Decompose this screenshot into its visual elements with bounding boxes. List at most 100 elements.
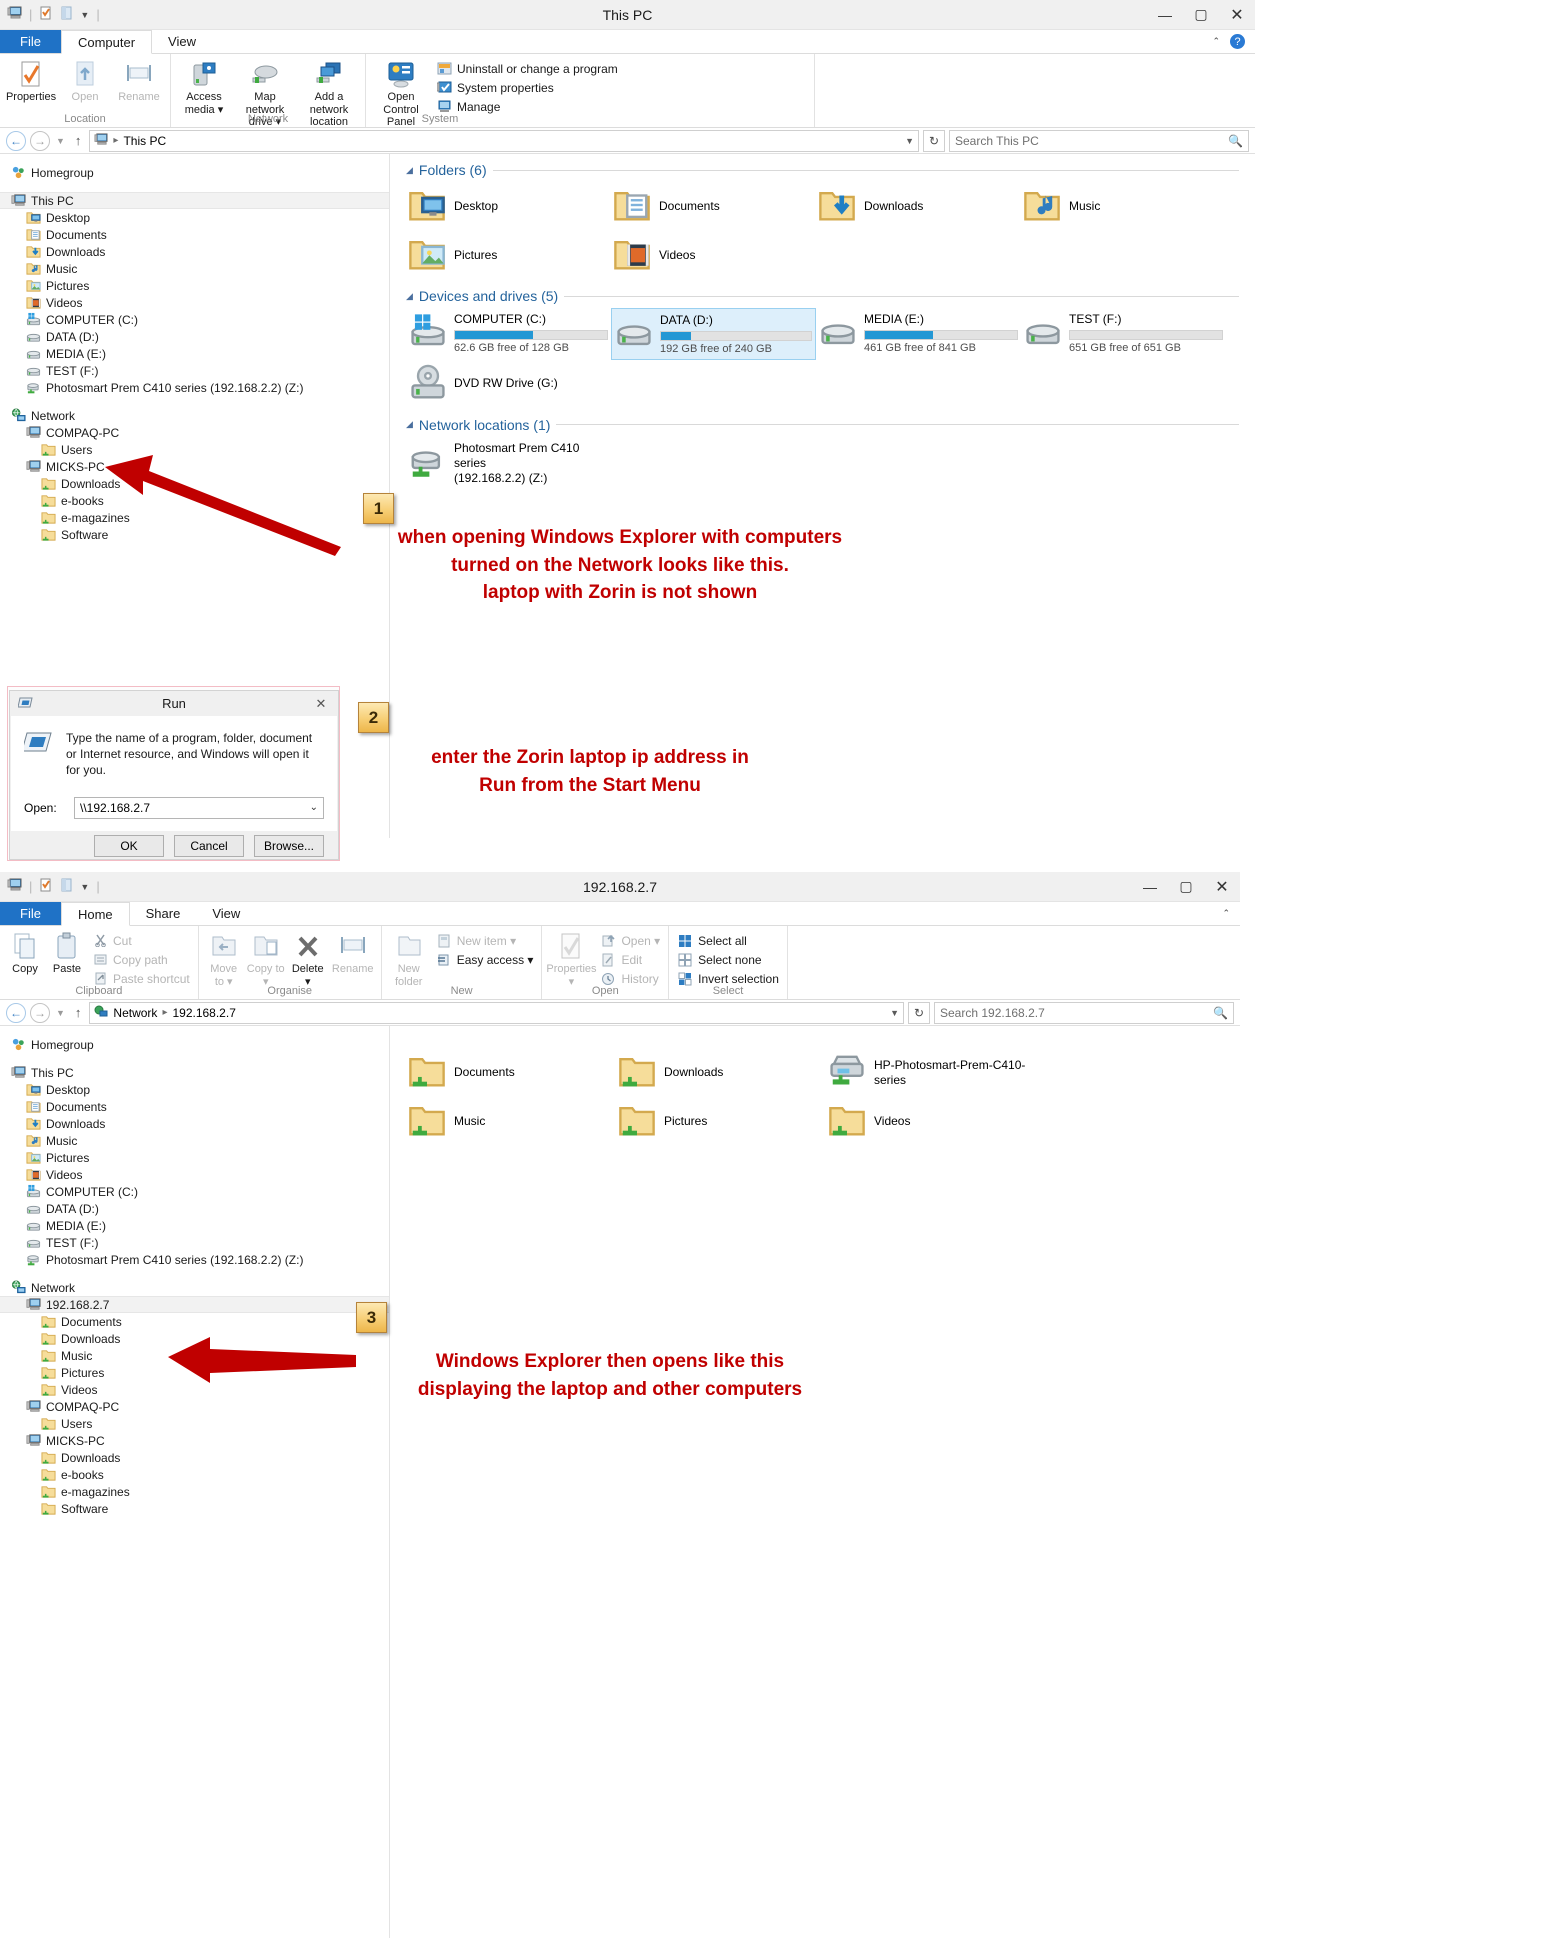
maximize-button[interactable]: ▢: [1183, 0, 1219, 29]
collapse-ribbon-icon[interactable]: ⌃: [1212, 36, 1220, 47]
folder-tile[interactable]: Music: [406, 1097, 616, 1146]
rename-button[interactable]: Rename: [329, 929, 377, 976]
select-all-button[interactable]: Select all: [677, 932, 779, 949]
window1-ribbon-tabs[interactable]: File Computer View ⌃ ?: [0, 30, 1255, 54]
run-browse-button[interactable]: Browse...: [254, 835, 324, 857]
breadcrumb-host[interactable]: 192.168.2.7: [172, 1006, 235, 1020]
help-icon[interactable]: ?: [1230, 34, 1245, 49]
window1-content-pane[interactable]: ◢ Folders (6) DesktopDocumentsDownloadsM…: [390, 154, 1255, 838]
sidebar-item-documents[interactable]: Documents: [0, 1098, 389, 1115]
run-ok-button[interactable]: OK: [94, 835, 164, 857]
sidebar-item-this-pc[interactable]: This PC: [0, 1064, 389, 1081]
collapse-triangle-icon[interactable]: ◢: [406, 419, 413, 430]
new-folder-icon[interactable]: [39, 878, 53, 895]
run-cancel-button[interactable]: Cancel: [174, 835, 244, 857]
sidebar-item-computer-c[interactable]: COMPUTER (C:): [0, 311, 389, 328]
access-media-button[interactable]: Access media ▾: [175, 57, 233, 116]
sidebar-item-desktop[interactable]: Desktop: [0, 209, 389, 226]
properties-button[interactable]: Properties ▾: [546, 929, 596, 988]
breadcrumb-network[interactable]: Network: [113, 1006, 157, 1020]
refresh-button[interactable]: ↻: [923, 130, 945, 152]
refresh-button[interactable]: ↻: [908, 1002, 930, 1024]
sidebar-item-photosmart-prem-c410-series-192-168-2-2-z[interactable]: Photosmart Prem C410 series (192.168.2.2…: [0, 1251, 389, 1268]
sidebar-item-software[interactable]: Software: [0, 1500, 389, 1517]
sidebar-item-homegroup[interactable]: Homegroup: [0, 164, 389, 181]
quick-access-toolbar[interactable]: | ▼ |: [0, 6, 100, 23]
window1-titlebar[interactable]: | ▼ | This PC — ▢ ✕: [0, 0, 1255, 30]
sidebar-item-compaq-pc[interactable]: COMPAQ-PC: [0, 1398, 389, 1415]
address-field[interactable]: ▸ This PC ▼: [89, 130, 919, 152]
breadcrumb-this-pc[interactable]: This PC: [123, 134, 166, 148]
group-header-folders[interactable]: ◢ Folders (6): [406, 162, 1239, 178]
tab-view[interactable]: View: [152, 30, 212, 53]
sidebar-item-homegroup[interactable]: Homegroup: [0, 1036, 389, 1053]
tab-file[interactable]: File: [0, 30, 61, 53]
window2-navigation-pane[interactable]: HomegroupThis PCDesktopDocumentsDownload…: [0, 1026, 390, 1938]
sidebar-item-documents[interactable]: Documents: [0, 226, 389, 243]
close-button[interactable]: ✕: [1219, 0, 1255, 29]
delete-button[interactable]: Delete ▾: [287, 929, 329, 988]
sidebar-item-desktop[interactable]: Desktop: [0, 1081, 389, 1098]
properties-icon[interactable]: [60, 6, 73, 23]
sidebar-item-pictures[interactable]: Pictures: [0, 1149, 389, 1166]
tab-home[interactable]: Home: [61, 902, 130, 926]
sidebar-item-users[interactable]: Users: [0, 1415, 389, 1432]
sidebar-item-micks-pc[interactable]: MICKS-PC: [0, 1432, 389, 1449]
chevron-down-icon[interactable]: ▼: [905, 136, 914, 146]
sidebar-item-network[interactable]: Network: [0, 1279, 389, 1296]
sidebar-item-music[interactable]: Music: [0, 1132, 389, 1149]
new-item-button[interactable]: New item ▾: [436, 932, 534, 949]
recent-locations-icon[interactable]: ▼: [54, 136, 67, 146]
sidebar-item-media-e[interactable]: MEDIA (E:): [0, 345, 389, 362]
chevron-down-icon[interactable]: ⌄: [310, 802, 318, 813]
folder-tile[interactable]: Downloads: [616, 1048, 826, 1097]
folder-tile[interactable]: Music: [1021, 182, 1226, 231]
new-folder-icon[interactable]: [39, 6, 53, 23]
network-location-tile[interactable]: Photosmart Prem C410 series(192.168.2.2)…: [406, 437, 611, 490]
tab-computer[interactable]: Computer: [61, 30, 152, 54]
system-properties-button[interactable]: System properties: [436, 79, 618, 96]
properties-button[interactable]: Properties: [4, 57, 58, 104]
up-button[interactable]: ↑: [71, 1005, 86, 1020]
sidebar-item-e-magazines[interactable]: e-magazines: [0, 1483, 389, 1500]
sidebar-item-downloads[interactable]: Downloads: [0, 1115, 389, 1132]
sidebar-item-computer-c[interactable]: COMPUTER (C:): [0, 1183, 389, 1200]
folders-grid[interactable]: DesktopDocumentsDownloadsMusicPicturesVi…: [406, 182, 1239, 280]
drive-tile[interactable]: TEST (F:)651 GB free of 651 GB: [1021, 308, 1226, 360]
group-header-network-locations[interactable]: ◢ Network locations (1): [406, 417, 1239, 433]
folder-tile[interactable]: Documents: [406, 1048, 616, 1097]
open-button[interactable]: Open ▾: [600, 932, 660, 949]
back-button[interactable]: ←: [6, 131, 26, 151]
folder-tile[interactable]: Videos: [611, 231, 816, 280]
sidebar-item-music[interactable]: Music: [0, 260, 389, 277]
uninstall-or-change-a-program-button[interactable]: Uninstall or change a program: [436, 60, 618, 77]
sidebar-item-photosmart-prem-c410-series-192-168-2-2-z[interactable]: Photosmart Prem C410 series (192.168.2.2…: [0, 379, 389, 396]
group-header-drives[interactable]: ◢ Devices and drives (5): [406, 288, 1239, 304]
search-box[interactable]: Search 192.168.2.7 🔍: [934, 1002, 1234, 1024]
folder-tile[interactable]: Desktop: [406, 182, 611, 231]
share-items-grid[interactable]: DocumentsDownloadsHP-Photosmart-Prem-C41…: [406, 1048, 1224, 1146]
properties-icon[interactable]: [60, 878, 73, 895]
network-locations-grid[interactable]: Photosmart Prem C410 series(192.168.2.2)…: [406, 437, 1239, 490]
tab-view[interactable]: View: [196, 902, 256, 925]
window2-controls[interactable]: — ▢ ✕: [1132, 872, 1240, 901]
folder-tile[interactable]: Videos: [826, 1097, 1036, 1146]
run-dialog-titlebar[interactable]: Run ✕: [10, 691, 338, 716]
sidebar-item-videos[interactable]: Videos: [0, 1166, 389, 1183]
drives-grid[interactable]: COMPUTER (C:)62.6 GB free of 128 GBDATA …: [406, 308, 1239, 409]
quick-access-toolbar-2[interactable]: | ▼ |: [0, 878, 100, 895]
search-icon[interactable]: 🔍: [1213, 1006, 1228, 1020]
easy-access-button[interactable]: Easy access ▾: [436, 951, 534, 968]
minimize-button[interactable]: —: [1147, 0, 1183, 29]
maximize-button[interactable]: ▢: [1168, 872, 1204, 901]
folder-tile[interactable]: Downloads: [816, 182, 1021, 231]
window2-titlebar[interactable]: | ▼ | 192.168.2.7 — ▢ ✕: [0, 872, 1240, 902]
minimize-button[interactable]: —: [1132, 872, 1168, 901]
move-to-button[interactable]: Move to ▾: [203, 929, 245, 988]
up-button[interactable]: ↑: [71, 133, 86, 148]
sidebar-item-documents[interactable]: Documents: [0, 1313, 389, 1330]
sidebar-item-downloads[interactable]: Downloads: [0, 243, 389, 260]
search-icon[interactable]: 🔍: [1228, 134, 1243, 148]
run-open-input[interactable]: \\192.168.2.7 ⌄: [74, 797, 324, 819]
sidebar-item-data-d[interactable]: DATA (D:): [0, 1200, 389, 1217]
